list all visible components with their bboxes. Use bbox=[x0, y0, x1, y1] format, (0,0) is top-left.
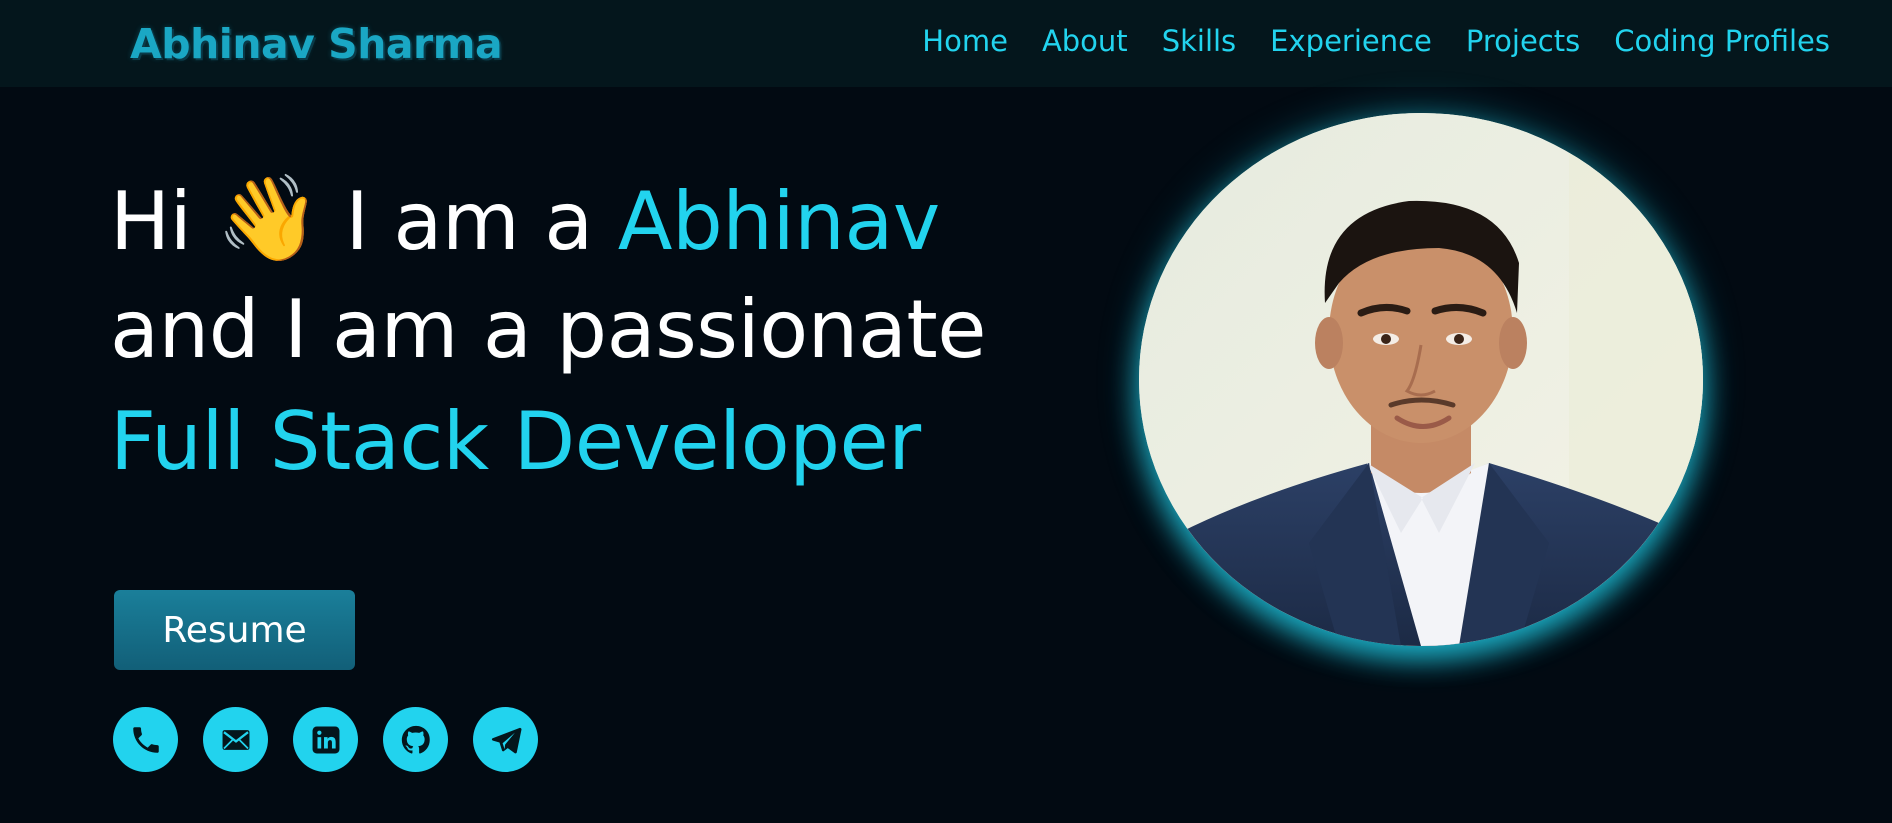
nav-link-home[interactable]: Home bbox=[922, 24, 1008, 58]
nav-link-coding-profiles[interactable]: Coding Profiles bbox=[1614, 24, 1830, 58]
nav-link-projects[interactable]: Projects bbox=[1466, 24, 1580, 58]
hero-greeting: Hi bbox=[110, 175, 192, 268]
mail-icon bbox=[222, 729, 249, 750]
phone-icon bbox=[132, 726, 159, 753]
nav-link-about[interactable]: About bbox=[1042, 24, 1128, 58]
brand-logo[interactable]: Abhinav Sharma bbox=[130, 20, 503, 68]
telegram-link[interactable] bbox=[473, 707, 538, 772]
social-links bbox=[113, 707, 538, 772]
email-link[interactable] bbox=[203, 707, 268, 772]
nav-link-skills[interactable]: Skills bbox=[1162, 24, 1236, 58]
github-icon bbox=[401, 725, 430, 753]
linkedin-link[interactable] bbox=[293, 707, 358, 772]
hero-name: Abhinav bbox=[617, 175, 941, 268]
phone-link[interactable] bbox=[113, 707, 178, 772]
github-link[interactable] bbox=[383, 707, 448, 772]
profile-photo bbox=[1139, 113, 1703, 646]
linkedin-icon bbox=[312, 726, 339, 753]
nav-link-experience[interactable]: Experience bbox=[1270, 24, 1432, 58]
nav-links: Home About Skills Experience Projects Co… bbox=[922, 24, 1830, 58]
hero-line-1: Hi 👋 I am a Abhinav bbox=[110, 162, 986, 274]
hero-line-2: and I am a passionate bbox=[110, 283, 986, 376]
hero-role: Full Stack Developer bbox=[110, 395, 921, 488]
profile-photo-illustration bbox=[1139, 113, 1703, 646]
telegram-icon bbox=[491, 727, 521, 753]
navbar: Abhinav Sharma Home About Skills Experie… bbox=[0, 0, 1892, 87]
resume-button[interactable]: Resume bbox=[114, 590, 355, 670]
hero-heading: Hi 👋 I am a Abhinav and I am a passionat… bbox=[110, 162, 986, 498]
hero-intro: I am a bbox=[345, 175, 593, 268]
wave-hand-icon: 👋 bbox=[216, 169, 321, 267]
